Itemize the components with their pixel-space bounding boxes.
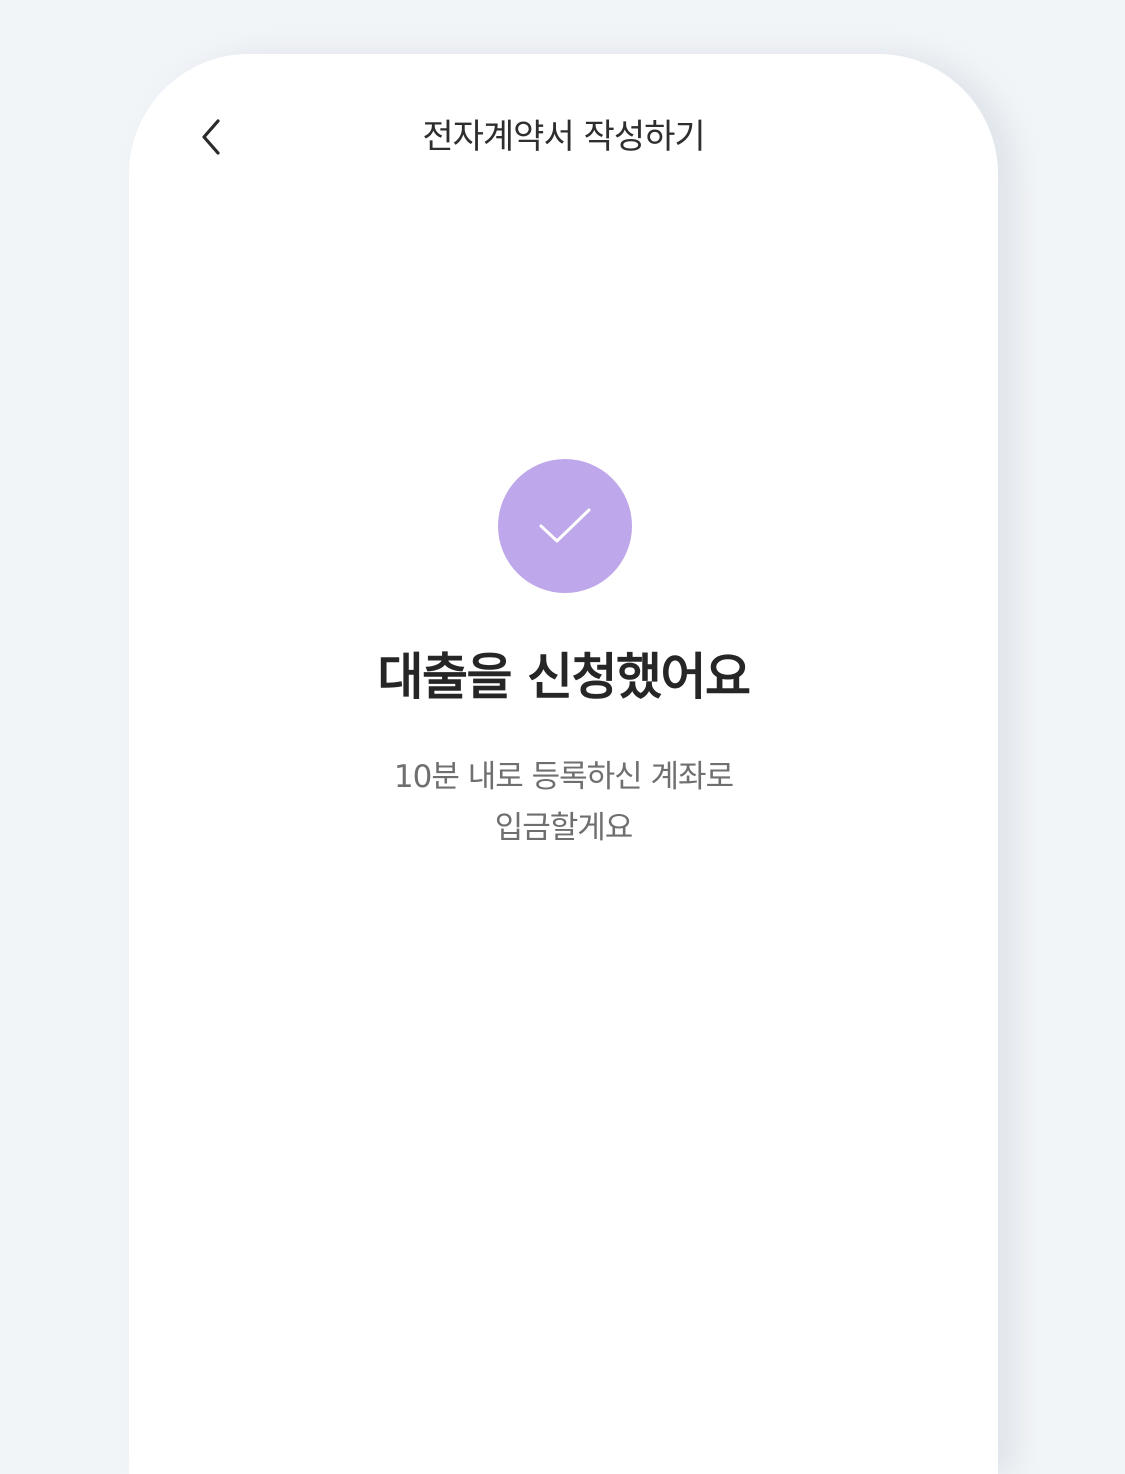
success-description: 10분 내로 등록하신 계좌로 입금할게요 [129,752,998,854]
description-line-2: 입금할게요 [494,810,634,846]
app-screen: 전자계약서 작성하기 대출을 신청했어요 10분 내로 등록하신 계좌로 입금할… [129,54,998,1474]
success-check-badge [498,459,632,593]
check-icon [539,508,591,543]
description-line-1: 10분 내로 등록하신 계좌로 [393,759,734,795]
page-title: 전자계약서 작성하기 [422,117,705,157]
success-title: 대출을 신청했어요 [377,648,751,706]
